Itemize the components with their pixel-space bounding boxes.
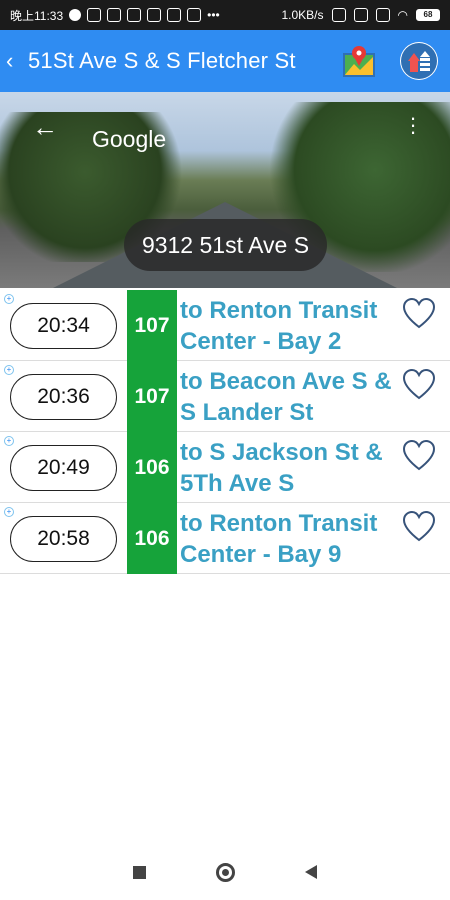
street-view-panel[interactable]: ← Google · · · 9312 51st Ave S — [0, 92, 450, 288]
notification-icon — [69, 9, 82, 21]
app-header: ‹ 51St Ave S & S Fletcher St — [0, 30, 450, 92]
route-number: 107 — [127, 361, 177, 432]
route-number: 106 — [127, 432, 177, 503]
bluetooth-icon — [331, 8, 346, 22]
street-view-back-arrow-icon[interactable]: ← — [32, 112, 58, 143]
alarm-off-icon — [353, 8, 368, 22]
destination-text: to S Jackson St & 5Th Ave S — [180, 439, 383, 497]
destination-text: to Beacon Ave S & S Lander St — [180, 368, 392, 426]
expand-plus-icon[interactable]: + — [4, 365, 14, 375]
trash-icon — [187, 8, 202, 22]
google-logo: Google — [92, 126, 167, 152]
system-nav-bar — [0, 844, 450, 900]
departure-time: 20:49 — [10, 445, 117, 491]
departure-time: 20:36 — [10, 374, 117, 420]
shield-icon — [147, 8, 162, 22]
back-triangle-icon[interactable] — [305, 865, 317, 879]
status-time: 晚上11:33 — [10, 8, 64, 23]
lock-icon — [167, 8, 182, 22]
expand-plus-icon[interactable]: + — [4, 436, 14, 446]
upload-icon[interactable] — [400, 42, 438, 80]
route-number: 107 — [127, 290, 177, 361]
departure-row[interactable]: + 20:49 106 to S Jackson St & 5Th Ave S — [0, 432, 450, 503]
favorite-heart-icon[interactable] — [402, 369, 436, 401]
recents-square-icon[interactable] — [133, 865, 146, 879]
no-sim-icon — [375, 8, 390, 22]
route-number: 106 — [127, 503, 177, 574]
app-notification-icon — [87, 8, 102, 22]
departure-time: 20:58 — [10, 516, 117, 562]
mail-icon — [107, 8, 122, 22]
departures-list: + 20:34 107 to Renton Transit Center - B… — [0, 290, 450, 574]
expand-plus-icon[interactable]: + — [4, 507, 14, 517]
departure-row[interactable]: + 20:58 106 to Renton Transit Center - B… — [0, 503, 450, 574]
more-vert-icon[interactable]: · · · — [407, 107, 419, 143]
destination-text: to Renton Transit Center - Bay 9 — [180, 510, 378, 568]
status-bar: 晚上11:33 ••• 1.0KB/s ◠ 68 — [0, 0, 450, 30]
favorite-heart-icon[interactable] — [402, 298, 436, 330]
wifi-icon: ◠ — [397, 8, 408, 22]
departure-row[interactable]: + 20:34 107 to Renton Transit Center - B… — [0, 290, 450, 361]
page-title: 51St Ave S & S Fletcher St — [28, 48, 296, 73]
favorite-heart-icon[interactable] — [402, 511, 436, 543]
home-circle-icon[interactable] — [216, 862, 235, 882]
destination-text: to Renton Transit Center - Bay 2 — [180, 297, 378, 355]
chevron-left-icon[interactable]: ‹ — [6, 48, 22, 74]
sim-icon — [127, 8, 142, 22]
departure-row[interactable]: + 20:36 107 to Beacon Ave S & S Lander S… — [0, 361, 450, 432]
map-pin-icon[interactable] — [340, 42, 378, 80]
favorite-heart-icon[interactable] — [402, 440, 436, 472]
battery-icon: 68 — [416, 9, 440, 21]
expand-plus-icon[interactable]: + — [4, 294, 14, 304]
address-pill: 9312 51st Ave S — [124, 219, 327, 271]
more-notifications-icon: ••• — [207, 8, 220, 22]
network-speed: 1.0KB/s — [281, 8, 324, 22]
departure-time: 20:34 — [10, 303, 117, 349]
